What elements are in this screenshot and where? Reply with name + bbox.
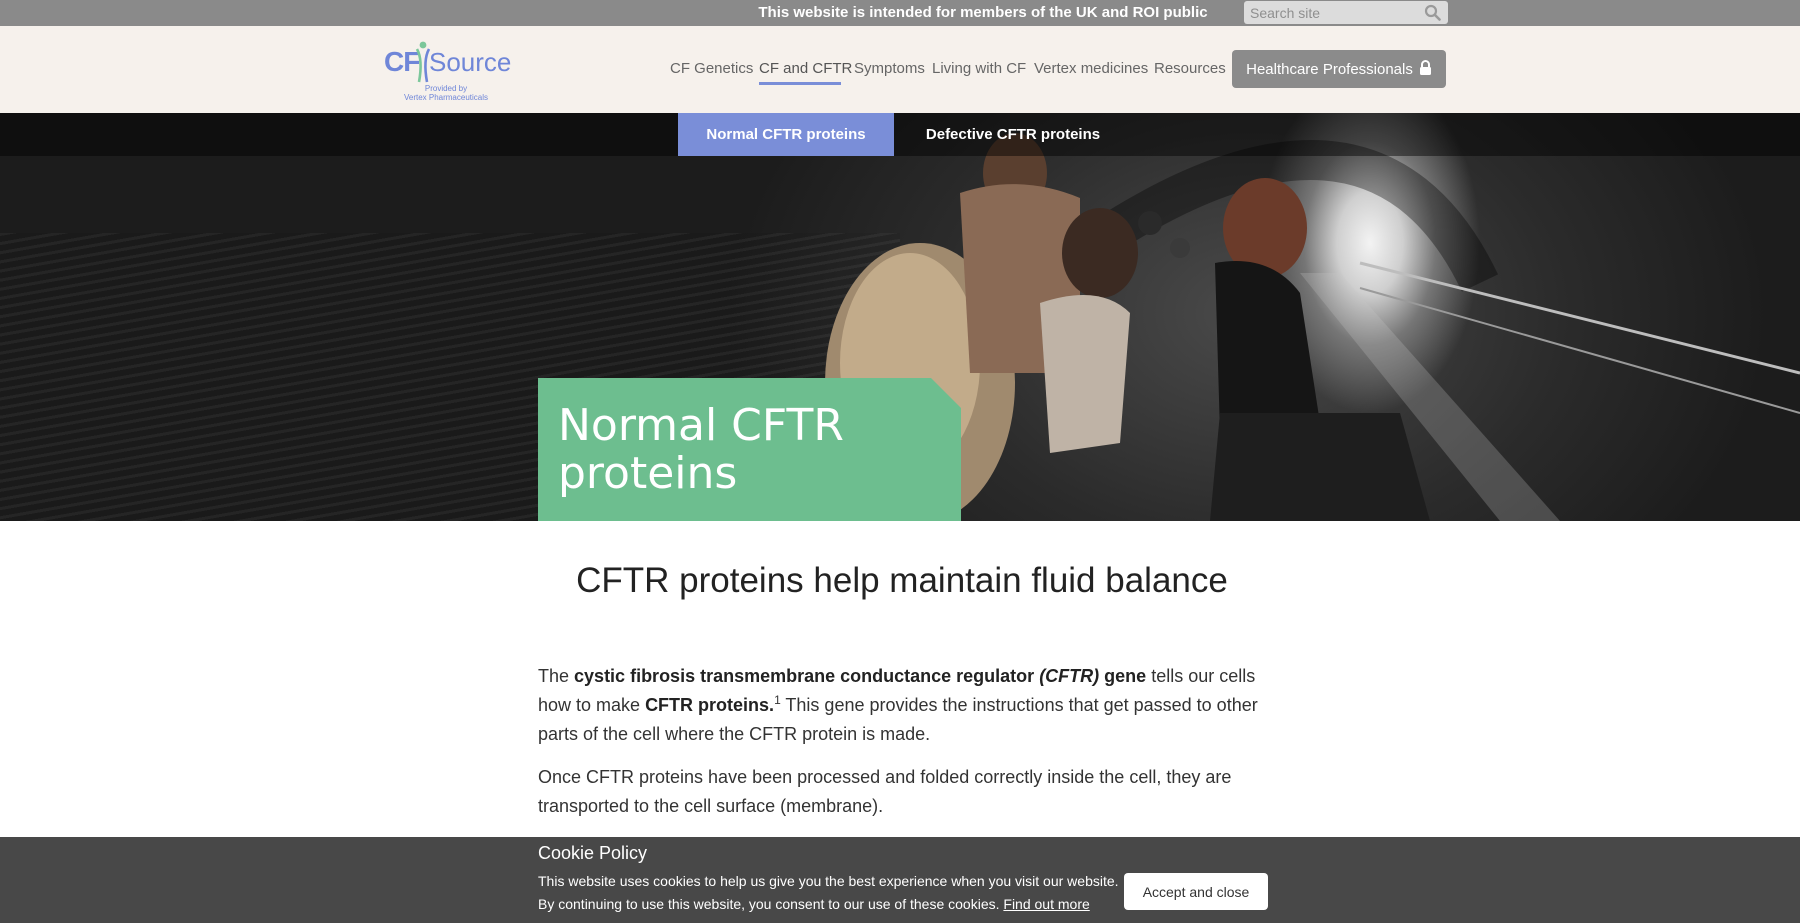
search-input[interactable] — [1244, 1, 1410, 24]
cookie-banner: Cookie Policy This website uses cookies … — [0, 837, 1800, 923]
intro-paragraph: The cystic fibrosis transmembrane conduc… — [538, 666, 1258, 744]
cookie-title: Cookie Policy — [538, 843, 648, 863]
accept-and-close-button[interactable]: Accept and close — [1124, 873, 1268, 910]
top-notice-bar: This website is intended for members of … — [0, 0, 1800, 26]
cookie-text: This website uses cookies to help us giv… — [538, 873, 1119, 912]
nav-cf-genetics[interactable]: CF Genetics — [670, 60, 753, 77]
hero-title-box: Normal CFTR proteins — [538, 378, 961, 521]
site-header: CF Source Provided by Vertex Pharmaceuti… — [0, 26, 1800, 113]
search-box[interactable] — [1244, 1, 1448, 24]
second-paragraph: Once CFTR proteins have been processed a… — [538, 767, 1232, 816]
nav-symptoms[interactable]: Symptoms — [854, 60, 925, 77]
audience-notice: This website is intended for members of … — [758, 4, 1208, 21]
lock-icon — [1419, 59, 1432, 79]
logo-source-text: Source — [429, 47, 512, 77]
page-heading: CFTR proteins help maintain fluid balanc… — [576, 561, 1228, 600]
nav-cf-and-cftr[interactable]: CF and CFTR — [759, 60, 852, 77]
hero-banner: Normal CFTR proteins Defective CFTR prot… — [0, 113, 1800, 521]
nav-vertex-medicines[interactable]: Vertex medicines — [1034, 60, 1148, 77]
logo-tagline: Provided by Vertex Pharmaceuticals — [403, 84, 489, 102]
subnav-band — [0, 113, 1800, 156]
nav-active-underline — [759, 82, 841, 85]
healthcare-professionals-button[interactable]: Healthcare Professionals — [1232, 50, 1446, 88]
search-icon[interactable] — [1424, 4, 1441, 25]
hcp-button-label: Healthcare Professionals — [1246, 60, 1413, 78]
nav-living-with-cf[interactable]: Living with CF — [932, 60, 1026, 77]
find-out-more-link[interactable]: Find out more — [1003, 896, 1089, 912]
tab-normal-cftr-proteins[interactable]: Normal CFTR proteins — [678, 113, 894, 156]
nav-resources[interactable]: Resources — [1154, 60, 1226, 77]
reference-1[interactable]: 1 — [774, 693, 781, 707]
cf-source-logo[interactable]: CF Source Provided by Vertex Pharmaceuti… — [381, 38, 517, 104]
tab-defective-cftr-proteins[interactable]: Defective CFTR proteins — [910, 113, 1116, 156]
hero-title: Normal CFTR proteins — [558, 400, 844, 499]
